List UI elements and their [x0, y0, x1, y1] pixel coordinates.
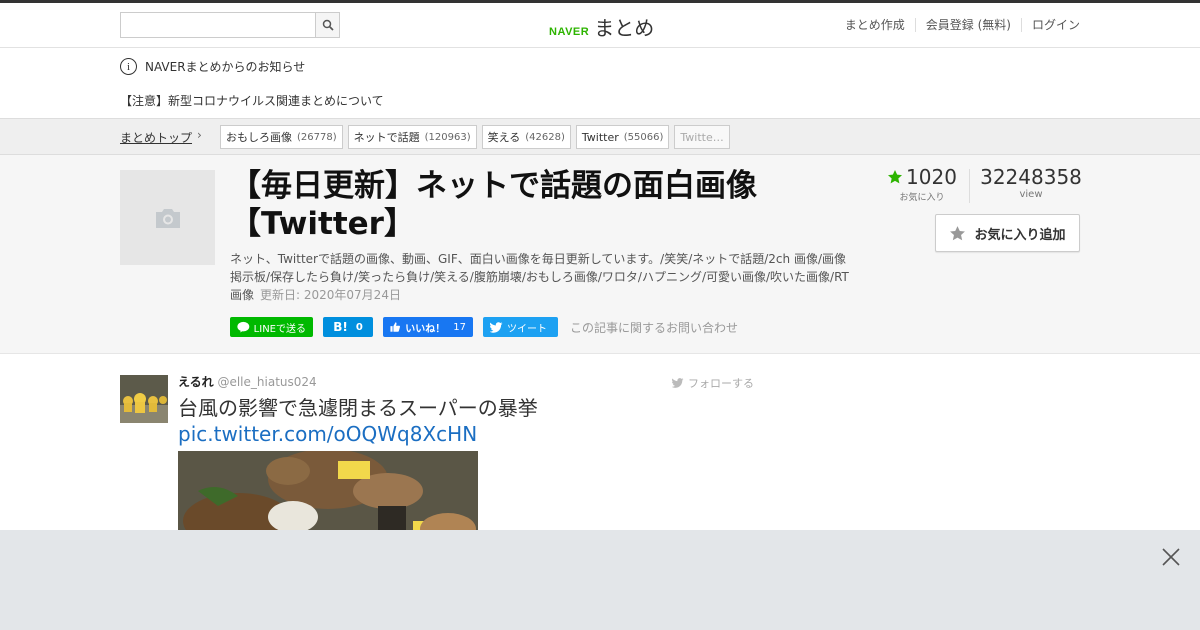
search-button[interactable]: [315, 13, 339, 37]
site-header: NAVER まとめ まとめ作成 会員登録 (無料) ログイン: [0, 3, 1200, 48]
twitter-bird-icon: [672, 378, 684, 388]
tweet-button[interactable]: ツイート: [483, 317, 558, 337]
line-label: LINEで送る: [253, 323, 306, 335]
tag-item[interactable]: 笑える (42628): [481, 125, 571, 149]
camera-icon: [155, 208, 180, 228]
search-box: [120, 12, 340, 38]
notice-title: i NAVERまとめからのお知らせ: [120, 58, 305, 75]
twitter-bird-icon: [490, 321, 503, 333]
avatar[interactable]: [120, 375, 168, 423]
logo-brand: NAVER: [549, 26, 590, 38]
tag-count: (42628): [525, 131, 565, 143]
article-title: 【毎日更新】ネットで話題の面白画像【Twitter】: [230, 168, 757, 242]
updated-date: 更新日: 2020年07月24日: [260, 288, 401, 302]
breadcrumb-top-link[interactable]: まとめトップ: [120, 129, 192, 146]
view-count: 32248358: [980, 165, 1082, 189]
star-icon: [950, 225, 966, 240]
tag-list: おもしろ画像 (26778) ネットで話題 (120963) 笑える (42628) …: [220, 125, 735, 149]
tag-item[interactable]: Twitte…: [674, 125, 730, 149]
hatena-count: 0: [355, 321, 363, 333]
tweet-user-handle[interactable]: @elle_hiatus024: [217, 375, 316, 389]
notice-section: i NAVERまとめからのお知らせ 【注意】新型コロナウイルス関連まとめについて: [0, 48, 1200, 118]
site-logo[interactable]: NAVER まとめ: [549, 12, 654, 41]
tag-label: Twitter: [581, 130, 619, 144]
view-label: view: [1019, 189, 1043, 200]
tag-label: ネットで話題: [353, 131, 420, 144]
search-icon: [322, 19, 334, 31]
tag-label: 笑える: [487, 131, 521, 144]
contact-link[interactable]: この記事に関するお問い合わせ: [570, 319, 738, 336]
star-icon: [888, 170, 903, 184]
follow-button[interactable]: フォローする: [672, 375, 754, 391]
chevron-right-icon: ›: [197, 128, 202, 142]
tweet-user-name[interactable]: えるれ: [178, 375, 214, 389]
facebook-like-button[interactable]: いいね！ 17: [383, 317, 473, 337]
tag-label: おもしろ画像: [226, 131, 292, 144]
hatena-bookmark-button[interactable]: B! 0: [323, 317, 373, 337]
tag-count: (26778): [297, 131, 337, 143]
line-icon: [237, 321, 250, 333]
info-icon: i: [120, 58, 137, 75]
notice-title-text: NAVERまとめからのお知らせ: [145, 60, 306, 74]
login-link[interactable]: ログイン: [1020, 18, 1080, 32]
article-thumbnail: [120, 170, 215, 265]
article-header: 【毎日更新】ネットで話題の面白画像【Twitter】 ネット、Twitterで話…: [0, 155, 1200, 354]
tweet-body: えるれ @elle_hiatus024 フォローする 台風の影響で急遽閉まるスー…: [178, 375, 758, 541]
tweet-image[interactable]: [178, 451, 478, 541]
breadcrumb: まとめトップ › おもしろ画像 (26778) ネットで話題 (120963) 笑え…: [0, 118, 1200, 155]
search-input[interactable]: [121, 13, 316, 37]
tag-count: (55066): [623, 131, 664, 143]
tag-item[interactable]: おもしろ画像 (26778): [220, 125, 343, 149]
view-counter: 32248358 view: [980, 165, 1082, 200]
logo-name: まとめ: [594, 16, 655, 40]
register-link[interactable]: 会員登録 (無料): [914, 18, 1021, 32]
article-description: ネット、Twitterで話題の画像、動画、GIF、面白い画像を毎日更新しています…: [230, 250, 850, 304]
notice-link[interactable]: 【注意】新型コロナウイルス関連まとめについて: [120, 92, 384, 109]
fb-label: いいね！: [405, 323, 446, 335]
create-matome-link[interactable]: まとめ作成: [835, 18, 915, 32]
fb-count: 17: [453, 321, 466, 333]
tweet-user: えるれ @elle_hiatus024: [178, 375, 758, 389]
tag-label: Twitte…: [680, 130, 724, 144]
favorites-counter: 1020 お気に入り: [887, 165, 957, 203]
favorites-label: お気に入り: [899, 193, 945, 203]
tag-item[interactable]: Twitter (55066): [575, 125, 670, 149]
thumbs-up-icon: [390, 322, 400, 332]
share-buttons: LINEで送る B! 0 いいね！ 17 ツイート この記事に関するお問い合わせ: [230, 317, 738, 337]
follow-label: フォローする: [688, 377, 754, 390]
favorites-count: 1020: [906, 165, 957, 189]
line-share-button[interactable]: LINEで送る: [230, 317, 313, 337]
tweet-label: ツイート: [507, 323, 547, 335]
close-icon[interactable]: [1160, 546, 1182, 568]
tag-count: (120963): [424, 131, 471, 143]
tweet-text: 台風の影響で急遽閉まるスーパーの暴挙: [178, 396, 538, 420]
tweet-link[interactable]: pic.twitter.com/oOQWq8XcHN: [178, 421, 758, 447]
counter-divider: [969, 169, 970, 203]
add-favorite-button[interactable]: お気に入り追加: [935, 214, 1080, 252]
ad-overlay: [0, 530, 1200, 630]
tag-item[interactable]: ネットで話題 (120963): [347, 125, 477, 149]
header-links: まとめ作成 会員登録 (無料) ログイン: [835, 18, 1080, 32]
hatena-icon: B!: [333, 320, 348, 334]
add-favorite-label: お気に入り追加: [974, 227, 1066, 243]
